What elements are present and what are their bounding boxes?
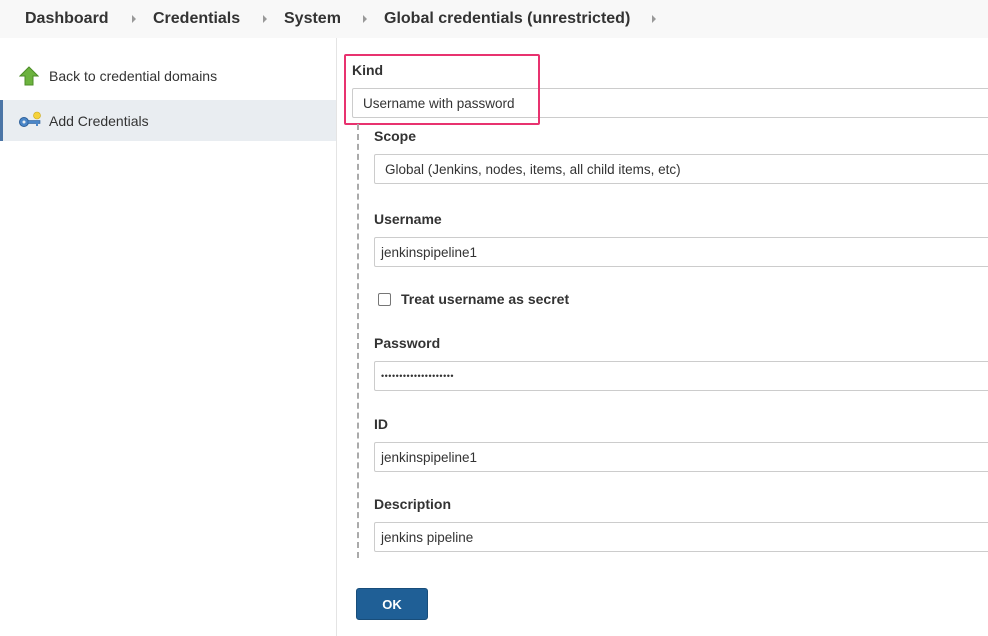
up-arrow-icon — [19, 66, 39, 86]
scope-select[interactable]: Global (Jenkins, nodes, items, all child… — [374, 154, 988, 184]
scope-label: Scope — [374, 128, 417, 144]
sidebar: Back to credential domains Add Credentia… — [0, 38, 337, 636]
key-icon — [19, 111, 41, 127]
username-label: Username — [374, 211, 442, 227]
description-input[interactable]: jenkins pipeline — [374, 522, 988, 552]
sidebar-item-add-credentials[interactable]: Add Credentials — [0, 100, 336, 141]
id-input[interactable]: jenkinspipeline1 — [374, 442, 988, 472]
breadcrumb-separator-icon[interactable] — [132, 15, 136, 23]
description-label: Description — [374, 496, 452, 512]
breadcrumb-system[interactable]: System — [284, 10, 341, 28]
password-label: Password — [374, 335, 441, 351]
breadcrumb-global-credentials[interactable]: Global credentials (unrestricted) — [384, 10, 630, 28]
sidebar-item-label: Add Credentials — [49, 113, 149, 129]
breadcrumb: Dashboard Credentials System Global cred… — [0, 0, 988, 38]
nested-section-divider — [357, 124, 359, 558]
breadcrumb-separator-icon[interactable] — [652, 15, 656, 23]
id-label: ID — [374, 416, 388, 432]
breadcrumb-credentials[interactable]: Credentials — [153, 10, 240, 28]
kind-highlight-box — [344, 54, 540, 125]
breadcrumb-dashboard[interactable]: Dashboard — [25, 10, 109, 28]
breadcrumb-separator-icon[interactable] — [363, 15, 367, 23]
password-input[interactable]: •••••••••••••••••••• — [374, 361, 988, 391]
treat-username-secret-label: Treat username as secret — [401, 291, 570, 307]
treat-username-secret-checkbox[interactable] — [378, 293, 391, 306]
username-input[interactable]: jenkinspipeline1 — [374, 237, 988, 267]
sidebar-item-back-to-credential-domains[interactable]: Back to credential domains — [0, 56, 336, 97]
breadcrumb-separator-icon[interactable] — [263, 15, 267, 23]
sidebar-item-label: Back to credential domains — [49, 68, 218, 84]
ok-button[interactable]: OK — [356, 588, 428, 620]
